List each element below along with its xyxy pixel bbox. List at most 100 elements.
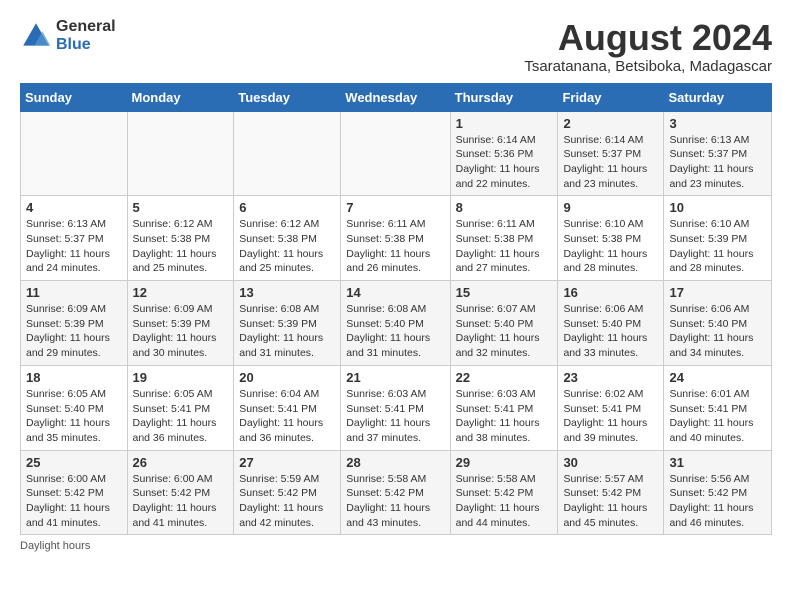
calendar-cell: 1Sunrise: 6:14 AM Sunset: 5:36 PM Daylig… [450, 111, 558, 196]
logo-blue-text: Blue [56, 36, 116, 54]
day-info: Sunrise: 6:08 AM Sunset: 5:40 PM Dayligh… [346, 302, 444, 361]
day-info: Sunrise: 6:06 AM Sunset: 5:40 PM Dayligh… [669, 302, 766, 361]
header-day-wednesday: Wednesday [341, 83, 450, 111]
calendar-cell: 26 Sunrise: 6:00 AM Sunset: 5:42 PM Dayli… [127, 450, 234, 535]
calendar: SundayMondayTuesdayWednesdayThursdayFrid… [20, 83, 772, 536]
calendar-cell: 2 Sunrise: 6:14 AM Sunset: 5:37 PM Daylig… [558, 111, 664, 196]
header-day-sunday: Sunday [21, 83, 128, 111]
header-row-days: SundayMondayTuesdayWednesdayThursdayFrid… [21, 83, 772, 111]
day-number: 25 [26, 455, 122, 470]
logo-general-text: General [56, 18, 116, 36]
day-info: Sunrise: 6:09 AM Sunset: 5:39 PM Dayligh… [26, 302, 122, 361]
day-info: Sunrise: 6:12 AM Sunset: 5:38 PM Dayligh… [133, 217, 229, 276]
day-info: Sunrise: 6:14 AM Sunset: 5:36 PM Dayligh… [456, 133, 553, 192]
day-number: 4 [26, 200, 122, 215]
calendar-cell: 28 Sunrise: 5:58 AM Sunset: 5:42 PM Dayli… [341, 450, 450, 535]
day-number: 6 [239, 200, 335, 215]
header-day-thursday: Thursday [450, 83, 558, 111]
day-info: Sunrise: 5:59 AM Sunset: 5:42 PM Dayligh… [239, 472, 335, 531]
day-number: 28 [346, 455, 444, 470]
calendar-cell: 19 Sunrise: 6:05 AM Sunset: 5:41 PM Dayli… [127, 365, 234, 450]
week-row-2: 11Sunrise: 6:09 AM Sunset: 5:39 PM Dayli… [21, 281, 772, 366]
subtitle: Tsaratanana, Betsiboka, Madagascar [524, 58, 772, 75]
calendar-cell: 12 Sunrise: 6:09 AM Sunset: 5:39 PM Dayli… [127, 281, 234, 366]
calendar-cell: 29 Sunrise: 5:58 AM Sunset: 5:42 PM Dayli… [450, 450, 558, 535]
calendar-cell: 18 Sunrise: 6:05 AM Sunset: 5:40 PM Dayli… [21, 365, 128, 450]
day-number: 16 [563, 285, 658, 300]
day-number: 15 [456, 285, 553, 300]
day-info: Sunrise: 6:00 AM Sunset: 5:42 PM Dayligh… [133, 472, 229, 531]
calendar-cell: 14 Sunrise: 6:08 AM Sunset: 5:40 PM Dayli… [341, 281, 450, 366]
day-number: 10 [669, 200, 766, 215]
logo-text: General Blue [56, 18, 116, 53]
day-info: Sunrise: 5:58 AM Sunset: 5:42 PM Dayligh… [456, 472, 553, 531]
week-row-1: 4Sunrise: 6:13 AM Sunset: 5:37 PM Daylig… [21, 196, 772, 281]
day-number: 23 [563, 370, 658, 385]
calendar-cell: 21Sunrise: 6:03 AM Sunset: 5:41 PM Dayli… [341, 365, 450, 450]
day-number: 8 [456, 200, 553, 215]
day-info: Sunrise: 6:07 AM Sunset: 5:40 PM Dayligh… [456, 302, 553, 361]
day-number: 9 [563, 200, 658, 215]
calendar-cell: 4Sunrise: 6:13 AM Sunset: 5:37 PM Daylig… [21, 196, 128, 281]
day-number: 27 [239, 455, 335, 470]
day-info: Sunrise: 5:56 AM Sunset: 5:42 PM Dayligh… [669, 472, 766, 531]
calendar-header: SundayMondayTuesdayWednesdayThursdayFrid… [21, 83, 772, 111]
day-number: 19 [133, 370, 229, 385]
calendar-cell: 31Sunrise: 5:56 AM Sunset: 5:42 PM Dayli… [664, 450, 772, 535]
calendar-cell: 13Sunrise: 6:08 AM Sunset: 5:39 PM Dayli… [234, 281, 341, 366]
week-row-3: 18 Sunrise: 6:05 AM Sunset: 5:40 PM Dayli… [21, 365, 772, 450]
day-info: Sunrise: 5:57 AM Sunset: 5:42 PM Dayligh… [563, 472, 658, 531]
day-info: Sunrise: 6:06 AM Sunset: 5:40 PM Dayligh… [563, 302, 658, 361]
day-number: 20 [239, 370, 335, 385]
day-info: Sunrise: 6:00 AM Sunset: 5:42 PM Dayligh… [26, 472, 122, 531]
calendar-cell: 11Sunrise: 6:09 AM Sunset: 5:39 PM Dayli… [21, 281, 128, 366]
day-info: Sunrise: 6:14 AM Sunset: 5:37 PM Dayligh… [563, 133, 658, 192]
calendar-cell: 6 Sunrise: 6:12 AM Sunset: 5:38 PM Daylig… [234, 196, 341, 281]
header-row: General Blue August 2024 Tsaratanana, Be… [20, 18, 772, 75]
day-number: 5 [133, 200, 229, 215]
calendar-cell: 23 Sunrise: 6:02 AM Sunset: 5:41 PM Dayli… [558, 365, 664, 450]
day-number: 12 [133, 285, 229, 300]
day-info: Sunrise: 6:01 AM Sunset: 5:41 PM Dayligh… [669, 387, 766, 446]
day-info: Sunrise: 6:11 AM Sunset: 5:38 PM Dayligh… [346, 217, 444, 276]
day-info: Sunrise: 6:12 AM Sunset: 5:38 PM Dayligh… [239, 217, 335, 276]
calendar-cell [21, 111, 128, 196]
day-number: 14 [346, 285, 444, 300]
calendar-cell: 7Sunrise: 6:11 AM Sunset: 5:38 PM Daylig… [341, 196, 450, 281]
title-section: August 2024 Tsaratanana, Betsiboka, Mada… [524, 18, 772, 75]
day-number: 2 [563, 116, 658, 131]
day-number: 29 [456, 455, 553, 470]
calendar-cell: 15 Sunrise: 6:07 AM Sunset: 5:40 PM Dayli… [450, 281, 558, 366]
day-number: 18 [26, 370, 122, 385]
day-info: Sunrise: 6:05 AM Sunset: 5:41 PM Dayligh… [133, 387, 229, 446]
day-number: 13 [239, 285, 335, 300]
day-info: Sunrise: 5:58 AM Sunset: 5:42 PM Dayligh… [346, 472, 444, 531]
calendar-body: 1Sunrise: 6:14 AM Sunset: 5:36 PM Daylig… [21, 111, 772, 535]
logo: General Blue [20, 18, 116, 53]
calendar-cell: 25 Sunrise: 6:00 AM Sunset: 5:42 PM Dayli… [21, 450, 128, 535]
calendar-cell: 9Sunrise: 6:10 AM Sunset: 5:38 PM Daylig… [558, 196, 664, 281]
calendar-cell [341, 111, 450, 196]
day-info: Sunrise: 6:13 AM Sunset: 5:37 PM Dayligh… [669, 133, 766, 192]
calendar-cell: 24Sunrise: 6:01 AM Sunset: 5:41 PM Dayli… [664, 365, 772, 450]
header-day-tuesday: Tuesday [234, 83, 341, 111]
day-number: 26 [133, 455, 229, 470]
day-number: 3 [669, 116, 766, 131]
day-number: 21 [346, 370, 444, 385]
week-row-4: 25 Sunrise: 6:00 AM Sunset: 5:42 PM Dayli… [21, 450, 772, 535]
calendar-cell: 10Sunrise: 6:10 AM Sunset: 5:39 PM Dayli… [664, 196, 772, 281]
calendar-cell: 16 Sunrise: 6:06 AM Sunset: 5:40 PM Dayli… [558, 281, 664, 366]
day-number: 22 [456, 370, 553, 385]
calendar-cell: 22Sunrise: 6:03 AM Sunset: 5:41 PM Dayli… [450, 365, 558, 450]
calendar-cell: 30Sunrise: 5:57 AM Sunset: 5:42 PM Dayli… [558, 450, 664, 535]
logo-icon [20, 20, 52, 52]
day-info: Sunrise: 6:05 AM Sunset: 5:40 PM Dayligh… [26, 387, 122, 446]
header-day-saturday: Saturday [664, 83, 772, 111]
calendar-cell: 8Sunrise: 6:11 AM Sunset: 5:38 PM Daylig… [450, 196, 558, 281]
calendar-cell: 3 Sunrise: 6:13 AM Sunset: 5:37 PM Daylig… [664, 111, 772, 196]
calendar-cell: 17Sunrise: 6:06 AM Sunset: 5:40 PM Dayli… [664, 281, 772, 366]
day-info: Sunrise: 6:04 AM Sunset: 5:41 PM Dayligh… [239, 387, 335, 446]
day-info: Sunrise: 6:02 AM Sunset: 5:41 PM Dayligh… [563, 387, 658, 446]
calendar-cell [127, 111, 234, 196]
day-info: Sunrise: 6:09 AM Sunset: 5:39 PM Dayligh… [133, 302, 229, 361]
